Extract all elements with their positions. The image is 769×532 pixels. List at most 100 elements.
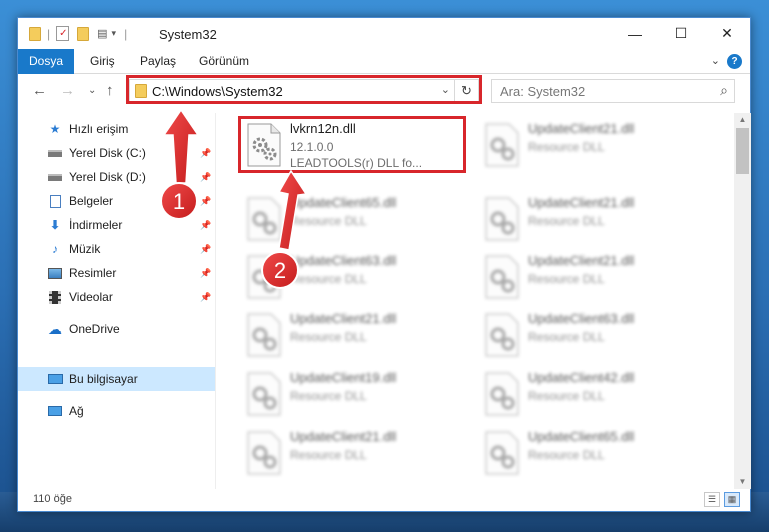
vertical-scrollbar[interactable]: ▲ ▼ [734, 113, 751, 489]
tab-share[interactable]: Paylaş [130, 49, 186, 74]
sidebar-item-onedrive[interactable]: ☁ OneDrive [18, 317, 215, 341]
tab-view[interactable]: Görünüm [189, 49, 259, 74]
file-type: Resource DLL [290, 272, 367, 286]
quick-access-toolbar: | ✓ ▤ ▾ | [29, 26, 127, 41]
sidebar-item-label: Yerel Disk (D:) [69, 170, 146, 184]
sidebar-item-videos[interactable]: Videolar 📌 [18, 285, 215, 309]
sidebar-item-local-disk-c[interactable]: Yerel Disk (C:) 📌 [18, 141, 215, 165]
file-item[interactable]: UpdateClient63.dll Resource DLL [480, 309, 708, 367]
dll-file-icon [247, 255, 281, 299]
sidebar-item-pictures[interactable]: Resimler 📌 [18, 261, 215, 285]
file-item[interactable]: UpdateClient21.dll Resource DLL [480, 193, 708, 251]
file-type: Resource DLL [290, 214, 367, 228]
minimize-button[interactable]: — [612, 18, 658, 49]
large-icons-view-icon[interactable]: ▦ [724, 492, 740, 507]
search-icon[interactable]: ⌕ [720, 82, 728, 99]
status-bar: 110 öğe ☰ ▦ [18, 489, 750, 511]
dll-file-icon [485, 123, 519, 167]
sidebar-item-label: Hızlı erişim [69, 122, 129, 136]
file-type: Resource DLL [528, 272, 605, 286]
toolbar-dropdown-icon[interactable]: ▾ [112, 28, 117, 39]
sidebar-item-network[interactable]: Ağ [18, 399, 215, 423]
file-item[interactable]: UpdateClient21.dll Resource DLL [242, 309, 470, 367]
tab-file[interactable]: Dosya [18, 49, 74, 74]
drive-icon [47, 146, 63, 160]
ribbon-tabs: Dosya Giriş Paylaş Görünüm ⌄ ? [18, 49, 750, 74]
file-name: UpdateClient21.dll [290, 311, 397, 326]
sidebar-item-label: Videolar [69, 290, 113, 304]
pictures-icon [47, 266, 63, 280]
file-explorer-window: | ✓ ▤ ▾ | System32 — ☐ ✕ Dosya Giriş Pay… [17, 17, 751, 512]
network-icon [47, 404, 63, 418]
sidebar-item-local-disk-d[interactable]: Yerel Disk (D:) 📌 [18, 165, 215, 189]
file-name: UpdateClient65.dll [290, 195, 397, 210]
navigation-pane: ★ Hızlı erişim Yerel Disk (C:) 📌 Yerel D… [18, 113, 215, 489]
file-item[interactable]: UpdateClient65.dll Resource DLL [242, 193, 470, 251]
sidebar-item-label: Yerel Disk (C:) [69, 146, 146, 160]
up-button[interactable]: ↑ [106, 82, 114, 99]
file-highlight-box [238, 116, 466, 173]
new-folder-icon[interactable] [77, 26, 90, 41]
tab-home[interactable]: Giriş [80, 49, 125, 74]
maximize-button[interactable]: ☐ [658, 18, 704, 49]
item-count: 110 öğe [33, 493, 72, 505]
close-button[interactable]: ✕ [704, 18, 750, 49]
expand-ribbon-icon[interactable]: ⌄ [711, 54, 720, 67]
back-button[interactable]: ← [32, 82, 47, 99]
pin-icon[interactable]: 📌 [200, 220, 211, 231]
pin-icon[interactable]: 📌 [200, 268, 211, 279]
file-item[interactable]: UpdateClient21.dll Resource DLL [242, 427, 470, 485]
file-item[interactable]: UpdateClient19.dll Resource DLL [242, 368, 470, 426]
dll-file-icon [247, 372, 281, 416]
sidebar-item-documents[interactable]: Belgeler 📌 [18, 189, 215, 213]
help-icon[interactable]: ? [727, 54, 742, 69]
pin-icon[interactable]: 📌 [200, 196, 211, 207]
dll-file-icon [485, 431, 519, 475]
file-name: UpdateClient63.dll [290, 253, 397, 268]
file-item[interactable]: UpdateClient65.dll Resource DLL [480, 427, 708, 485]
dll-file-icon [247, 431, 281, 475]
search-input[interactable]: Ara: System32 [500, 84, 585, 99]
properties-icon[interactable]: ✓ [56, 26, 70, 41]
document-icon [47, 194, 63, 208]
computer-icon [47, 372, 63, 386]
file-item[interactable]: UpdateClient21.dll Resource DLL [480, 119, 708, 177]
sidebar-item-downloads[interactable]: ⬇ İndirmeler 📌 [18, 213, 215, 237]
dll-file-icon [485, 372, 519, 416]
sidebar-item-label: Resimler [69, 266, 117, 280]
title-bar: | ✓ ▤ ▾ | System32 — ☐ ✕ [18, 18, 750, 49]
sidebar-item-this-pc[interactable]: Bu bilgisayar [18, 367, 215, 391]
window-title: System32 [159, 27, 217, 42]
download-icon: ⬇ [49, 218, 61, 232]
sidebar-item-label: Bu bilgisayar [69, 372, 138, 386]
scroll-thumb[interactable] [736, 128, 749, 174]
dll-file-icon [247, 197, 281, 241]
music-icon: ♪ [52, 242, 58, 256]
file-type: Resource DLL [290, 389, 367, 403]
recent-locations-button[interactable]: ⌄ [88, 85, 96, 96]
file-name: UpdateClient63.dll [528, 311, 635, 326]
sidebar-item-music[interactable]: ♪ Müzik 📌 [18, 237, 215, 261]
search-box[interactable]: Ara: System32 ⌕ [491, 79, 735, 103]
cloud-icon: ☁ [48, 320, 62, 337]
star-icon: ★ [49, 122, 61, 136]
navigation-bar: ← → ⌄ ↑ C:\Windows\System32 ⌄ ↻ Ara: Sys… [18, 75, 750, 108]
scroll-down-icon[interactable]: ▼ [734, 475, 751, 489]
folder-icon [29, 26, 41, 41]
file-type: Resource DLL [528, 389, 605, 403]
pin-icon[interactable]: 📌 [200, 292, 211, 303]
pin-icon[interactable]: 📌 [200, 244, 211, 255]
file-type: Resource DLL [528, 140, 605, 154]
file-item[interactable]: UpdateClient42.dll Resource DLL [480, 368, 708, 426]
file-item[interactable]: UpdateClient21.dll Resource DLL [480, 251, 708, 309]
pin-icon[interactable]: 📌 [200, 148, 211, 159]
sidebar-item-quick-access[interactable]: ★ Hızlı erişim [18, 117, 215, 141]
pin-icon[interactable]: 📌 [200, 172, 211, 183]
toolbar-separator: | [47, 26, 51, 41]
forward-button[interactable]: → [60, 82, 75, 99]
customize-toolbar-icon[interactable]: ▤ [97, 27, 107, 40]
details-view-icon[interactable]: ☰ [704, 492, 720, 507]
sidebar-item-label: Ağ [69, 404, 84, 418]
file-item[interactable]: UpdateClient63.dll Resource DLL [242, 251, 470, 309]
scroll-up-icon[interactable]: ▲ [734, 113, 751, 127]
